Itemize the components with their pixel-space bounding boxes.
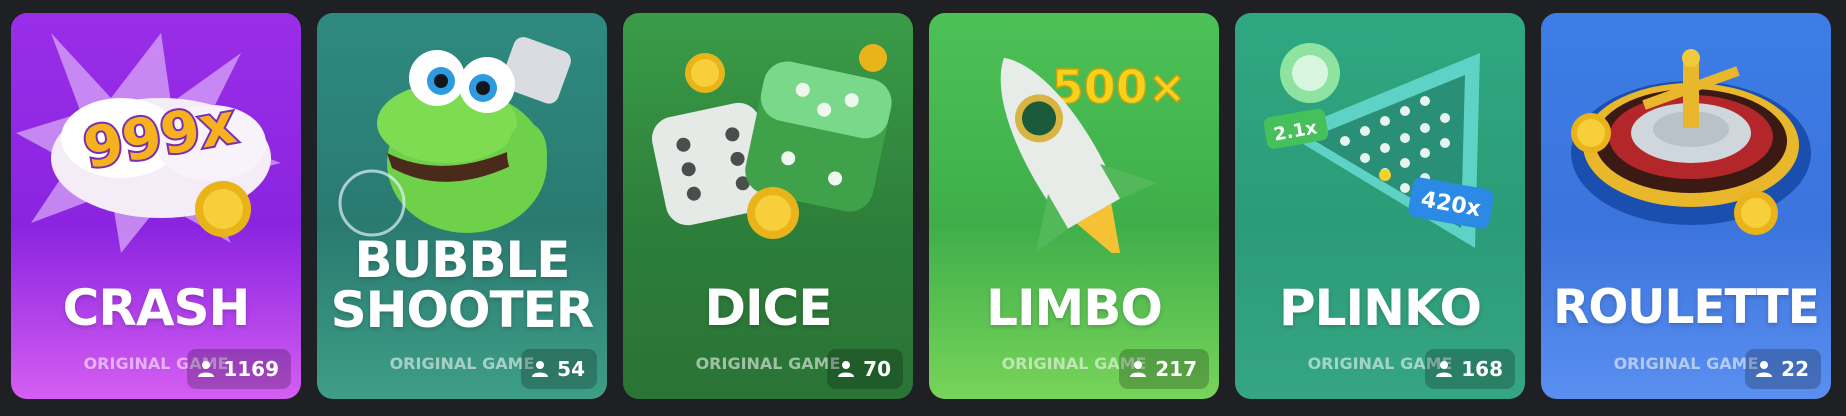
game-card-plinko[interactable]: 2.1x 420x PLINKO ORIGINAL GAME 168 (1235, 13, 1525, 399)
plinko-illustration-icon: 2.1x 420x (1263, 43, 1494, 248)
crocodile-illustration-icon (338, 37, 571, 237)
player-count: 54 (557, 357, 585, 381)
roulette-wheel-illustration-icon (1571, 49, 1811, 235)
game-card-crash[interactable]: 999x CRASH ORIGINAL GAME 1169 (11, 13, 301, 399)
game-card-roulette[interactable]: ROULETTE ORIGINAL GAME 22 (1541, 13, 1831, 399)
game-title: PLINKO (1279, 279, 1482, 337)
crash-illustration-icon: 999x (16, 33, 281, 253)
player-count-badge: 217 (1119, 349, 1209, 389)
game-cards-row: 999x CRASH ORIGINAL GAME 1169 BUBBLE SHO… (0, 0, 1846, 416)
game-title: ROULETTE (1553, 280, 1820, 335)
rocket-illustration-icon: 500× (1000, 57, 1187, 253)
game-card-limbo[interactable]: 500× LIMBO ORIGINAL GAME 217 (929, 13, 1219, 399)
player-count-badge: 22 (1745, 349, 1821, 389)
player-count-badge: 168 (1425, 349, 1515, 389)
game-card-dice[interactable]: DICE ORIGINAL GAME 70 (623, 13, 913, 399)
player-count: 217 (1155, 357, 1197, 381)
player-count: 168 (1461, 357, 1503, 381)
game-card-bubble-shooter[interactable]: BUBBLE SHOOTER ORIGINAL GAME 54 (317, 13, 607, 399)
player-count: 1169 (223, 357, 279, 381)
person-icon (838, 361, 855, 377)
game-title: CRASH (62, 279, 251, 337)
person-icon (1130, 361, 1147, 377)
game-title: LIMBO (986, 279, 1163, 337)
person-icon (532, 361, 549, 377)
player-count-badge: 70 (827, 349, 903, 389)
game-title: BUBBLE SHOOTER (330, 231, 595, 339)
dice-illustration-icon (651, 44, 892, 239)
player-count: 70 (863, 357, 891, 381)
player-count-badge: 54 (521, 349, 597, 389)
player-count: 22 (1781, 357, 1809, 381)
person-icon (1436, 361, 1453, 377)
game-title: DICE (704, 279, 833, 337)
player-count-badge: 1169 (187, 349, 291, 389)
svg-text:500×: 500× (1052, 60, 1187, 114)
person-icon (1756, 361, 1773, 377)
person-icon (198, 361, 215, 377)
